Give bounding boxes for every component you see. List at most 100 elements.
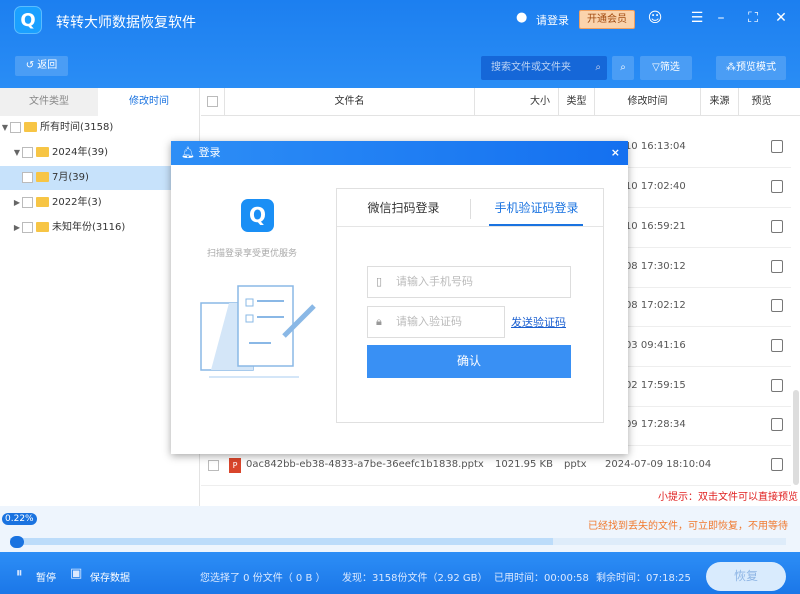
row-size: 1021.95 KB	[495, 459, 553, 470]
preview-icon[interactable]	[771, 180, 783, 193]
tab-wechat-login[interactable]: 微信扫码登录	[337, 189, 470, 226]
pause-button[interactable]: 暂停	[36, 569, 56, 584]
tree-label: 所有时间(3158)	[40, 122, 114, 133]
dialog-subtitle: 扫描登录享受更优服务	[207, 249, 298, 259]
checkbox[interactable]	[22, 171, 33, 183]
preview-mode-label: 预览模式	[736, 62, 776, 73]
checkbox[interactable]	[22, 196, 33, 208]
user-icon: ●	[516, 10, 528, 25]
tab-file-type[interactable]: 文件类型	[0, 88, 98, 116]
row-checkbox[interactable]	[208, 460, 219, 471]
login-dialog: 🔔︎ 登录 × Q 扫描登录享受更优服务 微信扫码登录 手机验证码登录 ▯ 请输入手…	[171, 141, 628, 454]
preview-mode-button[interactable]: ⁂预览模式	[716, 56, 786, 80]
dialog-close-icon[interactable]: ×	[611, 141, 620, 165]
folder-icon	[36, 147, 49, 157]
tab-modify-time[interactable]: 修改时间	[100, 88, 198, 116]
preview-icon[interactable]	[771, 418, 783, 431]
lock-icon: 🔒︎	[376, 315, 382, 328]
support-icon[interactable]: ☺	[646, 10, 664, 26]
preview-icon[interactable]	[771, 458, 783, 471]
preview-icon[interactable]	[771, 140, 783, 153]
tree-item-selected[interactable]: 7月(39)	[0, 166, 200, 190]
select-all-checkbox[interactable]	[201, 88, 225, 116]
search-input[interactable]: 搜索文件或文件夹 ⌕	[481, 56, 607, 80]
tree-label: 未知年份(3116)	[52, 222, 126, 233]
col-time[interactable]: 修改时间	[595, 88, 701, 116]
deep-search-button[interactable]: ⌕	[612, 56, 634, 80]
menu-icon[interactable]: ☰	[688, 10, 706, 26]
back-label: 返回	[37, 60, 58, 71]
progress-knob	[10, 536, 24, 548]
tree-label: 2022年(3)	[52, 197, 102, 208]
close-icon[interactable]: ✕	[772, 10, 790, 26]
row-time: 2024-07-09 18:10:04	[605, 459, 712, 470]
expand-icon[interactable]: ▶	[12, 216, 22, 240]
search-placeholder: 搜索文件或文件夹	[491, 62, 571, 73]
found-message: 已经找到丢失的文件，可立即恢复，不用等待	[588, 521, 788, 532]
code-input[interactable]: 🔒︎ 请输入验证码	[367, 306, 505, 338]
pptx-file-icon: P	[229, 458, 241, 473]
confirm-button[interactable]: 确认	[367, 345, 571, 378]
back-button[interactable]: ↺ 返回	[15, 56, 68, 76]
document-illustration	[200, 285, 316, 378]
checkbox[interactable]	[22, 146, 33, 158]
progress-bar	[10, 538, 786, 545]
folder-icon	[24, 122, 37, 132]
col-preview[interactable]: 预览	[739, 88, 784, 116]
bell-icon: 🔔︎	[181, 146, 195, 159]
search-icon[interactable]: ⌕	[595, 56, 601, 80]
tip-text: 小提示：双击文件可以直接预览	[658, 492, 798, 503]
preview-icon[interactable]	[771, 260, 783, 273]
folder-icon	[36, 197, 49, 207]
maximize-icon[interactable]: ⛶	[744, 10, 762, 26]
elapsed-time: 已用时间：00:00:58	[494, 573, 589, 584]
preview-icon[interactable]	[771, 379, 783, 392]
checkbox[interactable]	[22, 221, 33, 233]
tree-item[interactable]: ▼ 所有时间(3158)	[0, 116, 200, 140]
dialog-title: 登录	[198, 146, 221, 159]
recover-button[interactable]: 恢复	[706, 562, 786, 591]
filter-label: 筛选	[659, 62, 680, 73]
col-type[interactable]: 类型	[559, 88, 595, 116]
phone-icon: ▯	[376, 275, 383, 288]
remaining-time: 剩余时间：07:18:25	[596, 573, 691, 584]
col-size[interactable]: 大小	[475, 88, 559, 116]
filter-button[interactable]: ▽筛选	[640, 56, 692, 80]
tree-item[interactable]: ▶ 2022年(3)	[0, 191, 200, 215]
code-placeholder: 请输入验证码	[396, 315, 462, 328]
save-icon[interactable]: ▣	[70, 566, 82, 581]
minimize-icon[interactable]: –	[712, 10, 730, 26]
preview-icon[interactable]	[771, 339, 783, 352]
col-source[interactable]: 来源	[701, 88, 739, 116]
phone-input[interactable]: ▯ 请输入手机号码	[367, 266, 571, 298]
row-type: pptx	[564, 459, 587, 470]
folder-icon	[36, 222, 49, 232]
col-name[interactable]: 文件名	[225, 88, 475, 116]
checkbox[interactable]	[10, 121, 21, 133]
selected-count: 您选择了 0 份文件（ 0 B ）	[200, 573, 326, 584]
tab-phone-login[interactable]: 手机验证码登录	[470, 189, 603, 226]
save-data-button[interactable]: 保存数据	[90, 569, 130, 584]
app-logo: Q	[14, 6, 42, 34]
progress-percent: 0.22%	[2, 513, 37, 525]
found-count: 发现：3158份文件（2.92 GB）	[342, 573, 488, 584]
preview-icon[interactable]	[771, 220, 783, 233]
preview-icon[interactable]	[771, 299, 783, 312]
tree-item[interactable]: ▼ 2024年(39)	[0, 141, 200, 165]
expand-icon[interactable]: ▶	[12, 191, 22, 215]
expand-icon[interactable]: ▼	[12, 141, 22, 165]
expand-icon[interactable]: ▼	[0, 116, 10, 140]
login-link[interactable]: 请登录	[536, 12, 569, 28]
phone-placeholder: 请输入手机号码	[396, 275, 473, 288]
send-code-link[interactable]: 发送验证码	[511, 314, 566, 330]
pause-icon[interactable]: ⏸	[16, 566, 23, 581]
tree-label: 2024年(39)	[52, 147, 108, 158]
row-filename: 0ac842bb-eb38-4833-a7be-36eefc1b1838.ppt…	[246, 459, 484, 470]
app-title: 转转大师数据恢复软件	[56, 15, 196, 31]
tree-label: 7月(39)	[52, 172, 89, 183]
vip-button[interactable]: 开通会员	[579, 10, 635, 29]
scrollbar[interactable]	[793, 390, 799, 485]
sidebar: 文件类型 修改时间 ▼ 所有时间(3158) ▼ 2024年(39) 7月(39) …	[0, 88, 200, 506]
status-bar: ⏸ 暂停 ▣ 保存数据 您选择了 0 份文件（ 0 B ） 发现：3158份文件…	[0, 552, 800, 594]
tree-item[interactable]: ▶ 未知年份(3116)	[0, 216, 200, 240]
